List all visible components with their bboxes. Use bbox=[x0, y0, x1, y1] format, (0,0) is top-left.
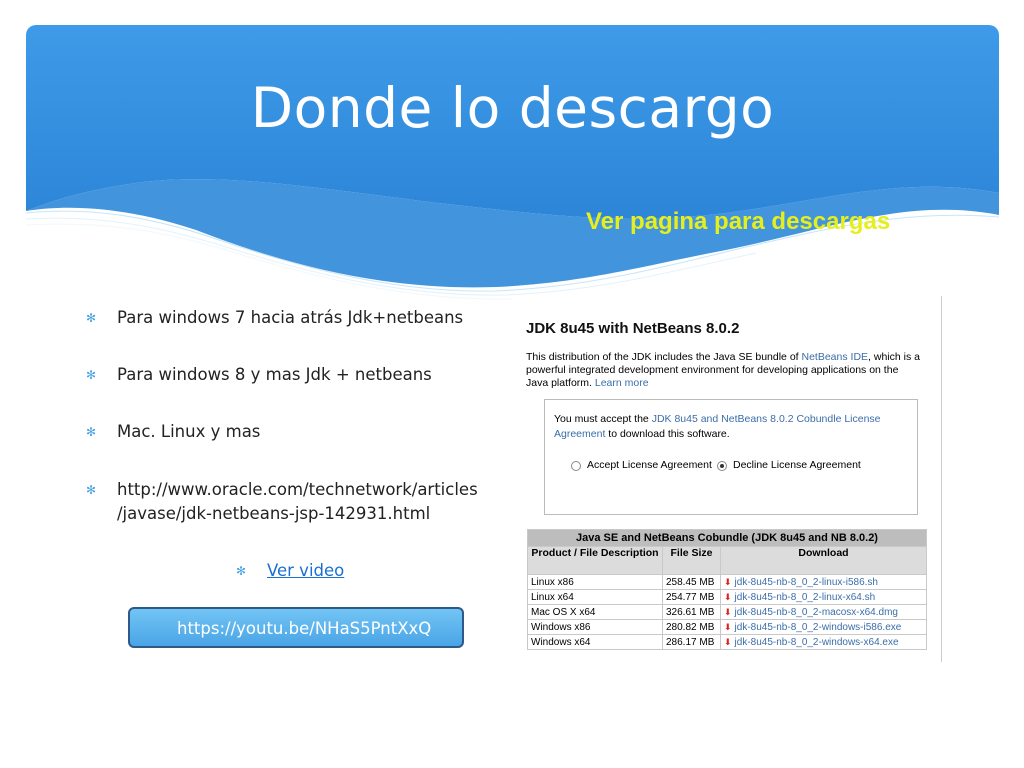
youtube-link-box[interactable]: https://youtu.be/NHaS5PntXxQ bbox=[128, 607, 464, 648]
learn-more-link[interactable]: Learn more bbox=[595, 377, 649, 389]
col-header-description: Product / File Description bbox=[527, 546, 663, 575]
product-cell: Windows x64 bbox=[527, 634, 663, 650]
decline-license-option[interactable]: Decline License Agreement bbox=[717, 458, 861, 473]
license-text-2: to download this software. bbox=[605, 428, 730, 440]
download-arrow-icon: ⬇ bbox=[724, 636, 732, 647]
license-agreement-box: You must accept the JDK 8u45 and NetBean… bbox=[544, 399, 918, 515]
bullet-star-icon: ✻ bbox=[86, 368, 97, 382]
download-arrow-icon: ⬇ bbox=[724, 621, 732, 632]
table-row: Linux x86 258.45 MB ⬇ jdk-8u45-nb-8_0_2-l… bbox=[527, 574, 927, 590]
download-link[interactable]: jdk-8u45-nb-8_0_2-linux-x64.sh bbox=[735, 592, 876, 603]
page-title: Donde lo descargo bbox=[250, 76, 775, 140]
bullet-text: Mac. Linux y mas bbox=[117, 422, 261, 441]
size-cell: 326.61 MB bbox=[662, 604, 721, 620]
bullet-item-windows7: ✻ Para windows 7 hacia atrás Jdk+netbean… bbox=[86, 306, 506, 330]
product-cell: Linux x64 bbox=[527, 589, 663, 605]
jdk-description: This distribution of the JDK includes th… bbox=[526, 351, 921, 390]
decline-radio[interactable] bbox=[717, 460, 727, 471]
bullet-star-icon: ✻ bbox=[86, 311, 97, 325]
accept-label: Accept License Agreement bbox=[587, 459, 712, 471]
ver-video-link[interactable]: Ver video bbox=[267, 561, 344, 580]
bullet-item-video: ✻ Ver video bbox=[236, 559, 436, 583]
bullet-star-icon: ✻ bbox=[86, 425, 97, 439]
size-cell: 258.45 MB bbox=[662, 574, 721, 590]
oracle-url-line1[interactable]: http://www.oracle.com/technetwork/articl… bbox=[86, 478, 506, 502]
download-link[interactable]: jdk-8u45-nb-8_0_2-windows-x64.exe bbox=[735, 637, 899, 648]
table-row: Windows x86 280.82 MB ⬇ jdk-8u45-nb-8_0_2… bbox=[527, 619, 927, 635]
download-arrow-icon: ⬇ bbox=[724, 576, 732, 587]
jdk-download-screenshot: JDK 8u45 with NetBeans 8.0.2 This distri… bbox=[512, 296, 942, 662]
table-row: Mac OS X x64 326.61 MB ⬇ jdk-8u45-nb-8_0_… bbox=[527, 604, 927, 620]
size-cell: 254.77 MB bbox=[662, 589, 721, 605]
size-cell: 286.17 MB bbox=[662, 634, 721, 650]
download-table: Java SE and NetBeans Cobundle (JDK 8u45 … bbox=[527, 529, 927, 650]
download-link[interactable]: jdk-8u45-nb-8_0_2-windows-i586.exe bbox=[735, 622, 902, 633]
accept-license-option[interactable]: Accept License Agreement bbox=[571, 458, 712, 473]
col-header-download: Download bbox=[720, 546, 927, 575]
slide-header-banner bbox=[26, 25, 999, 300]
accept-radio[interactable] bbox=[571, 460, 581, 471]
download-link[interactable]: jdk-8u45-nb-8_0_2-linux-i586.sh bbox=[735, 577, 878, 588]
download-link[interactable]: jdk-8u45-nb-8_0_2-macosx-x64.dmg bbox=[735, 607, 898, 618]
download-arrow-icon: ⬇ bbox=[724, 591, 732, 602]
bullet-star-icon: ✻ bbox=[86, 483, 97, 497]
col-header-size: File Size bbox=[662, 546, 721, 575]
bullet-text: Para windows 8 y mas Jdk + netbeans bbox=[117, 365, 432, 384]
downloads-page-link[interactable]: Ver pagina para descargas bbox=[586, 208, 890, 236]
size-cell: 280.82 MB bbox=[662, 619, 721, 635]
table-row: Windows x64 286.17 MB ⬇ jdk-8u45-nb-8_0_2… bbox=[527, 634, 927, 650]
product-cell: Linux x86 bbox=[527, 574, 663, 590]
table-row: Linux x64 254.77 MB ⬇ jdk-8u45-nb-8_0_2-l… bbox=[527, 589, 927, 605]
product-cell: Windows x86 bbox=[527, 619, 663, 635]
license-text: You must accept the JDK 8u45 and NetBean… bbox=[554, 412, 908, 442]
table-caption: Java SE and NetBeans Cobundle (JDK 8u45 … bbox=[527, 529, 927, 547]
bullet-text: Para windows 7 hacia atrás Jdk+netbeans bbox=[117, 308, 464, 327]
bullet-item-oracle-url[interactable]: ✻ http://www.oracle.com/technetwork/arti… bbox=[86, 478, 506, 526]
oracle-url-line2[interactable]: /javase/jdk-netbeans-jsp-142931.html bbox=[86, 502, 506, 526]
product-cell: Mac OS X x64 bbox=[527, 604, 663, 620]
header-wave-graphic bbox=[26, 25, 999, 300]
bullet-item-windows8: ✻ Para windows 8 y mas Jdk + netbeans bbox=[86, 363, 506, 387]
jdk-title: JDK 8u45 with NetBeans 8.0.2 bbox=[526, 320, 740, 337]
decline-label: Decline License Agreement bbox=[733, 459, 861, 471]
netbeans-ide-link[interactable]: NetBeans IDE bbox=[802, 351, 869, 363]
bullet-star-icon: ✻ bbox=[236, 564, 247, 578]
download-arrow-icon: ⬇ bbox=[724, 606, 732, 617]
license-text-1: You must accept the bbox=[554, 413, 652, 425]
bullet-item-mac-linux: ✻ Mac. Linux y mas bbox=[86, 420, 506, 444]
desc-text-1: This distribution of the JDK includes th… bbox=[526, 351, 802, 363]
